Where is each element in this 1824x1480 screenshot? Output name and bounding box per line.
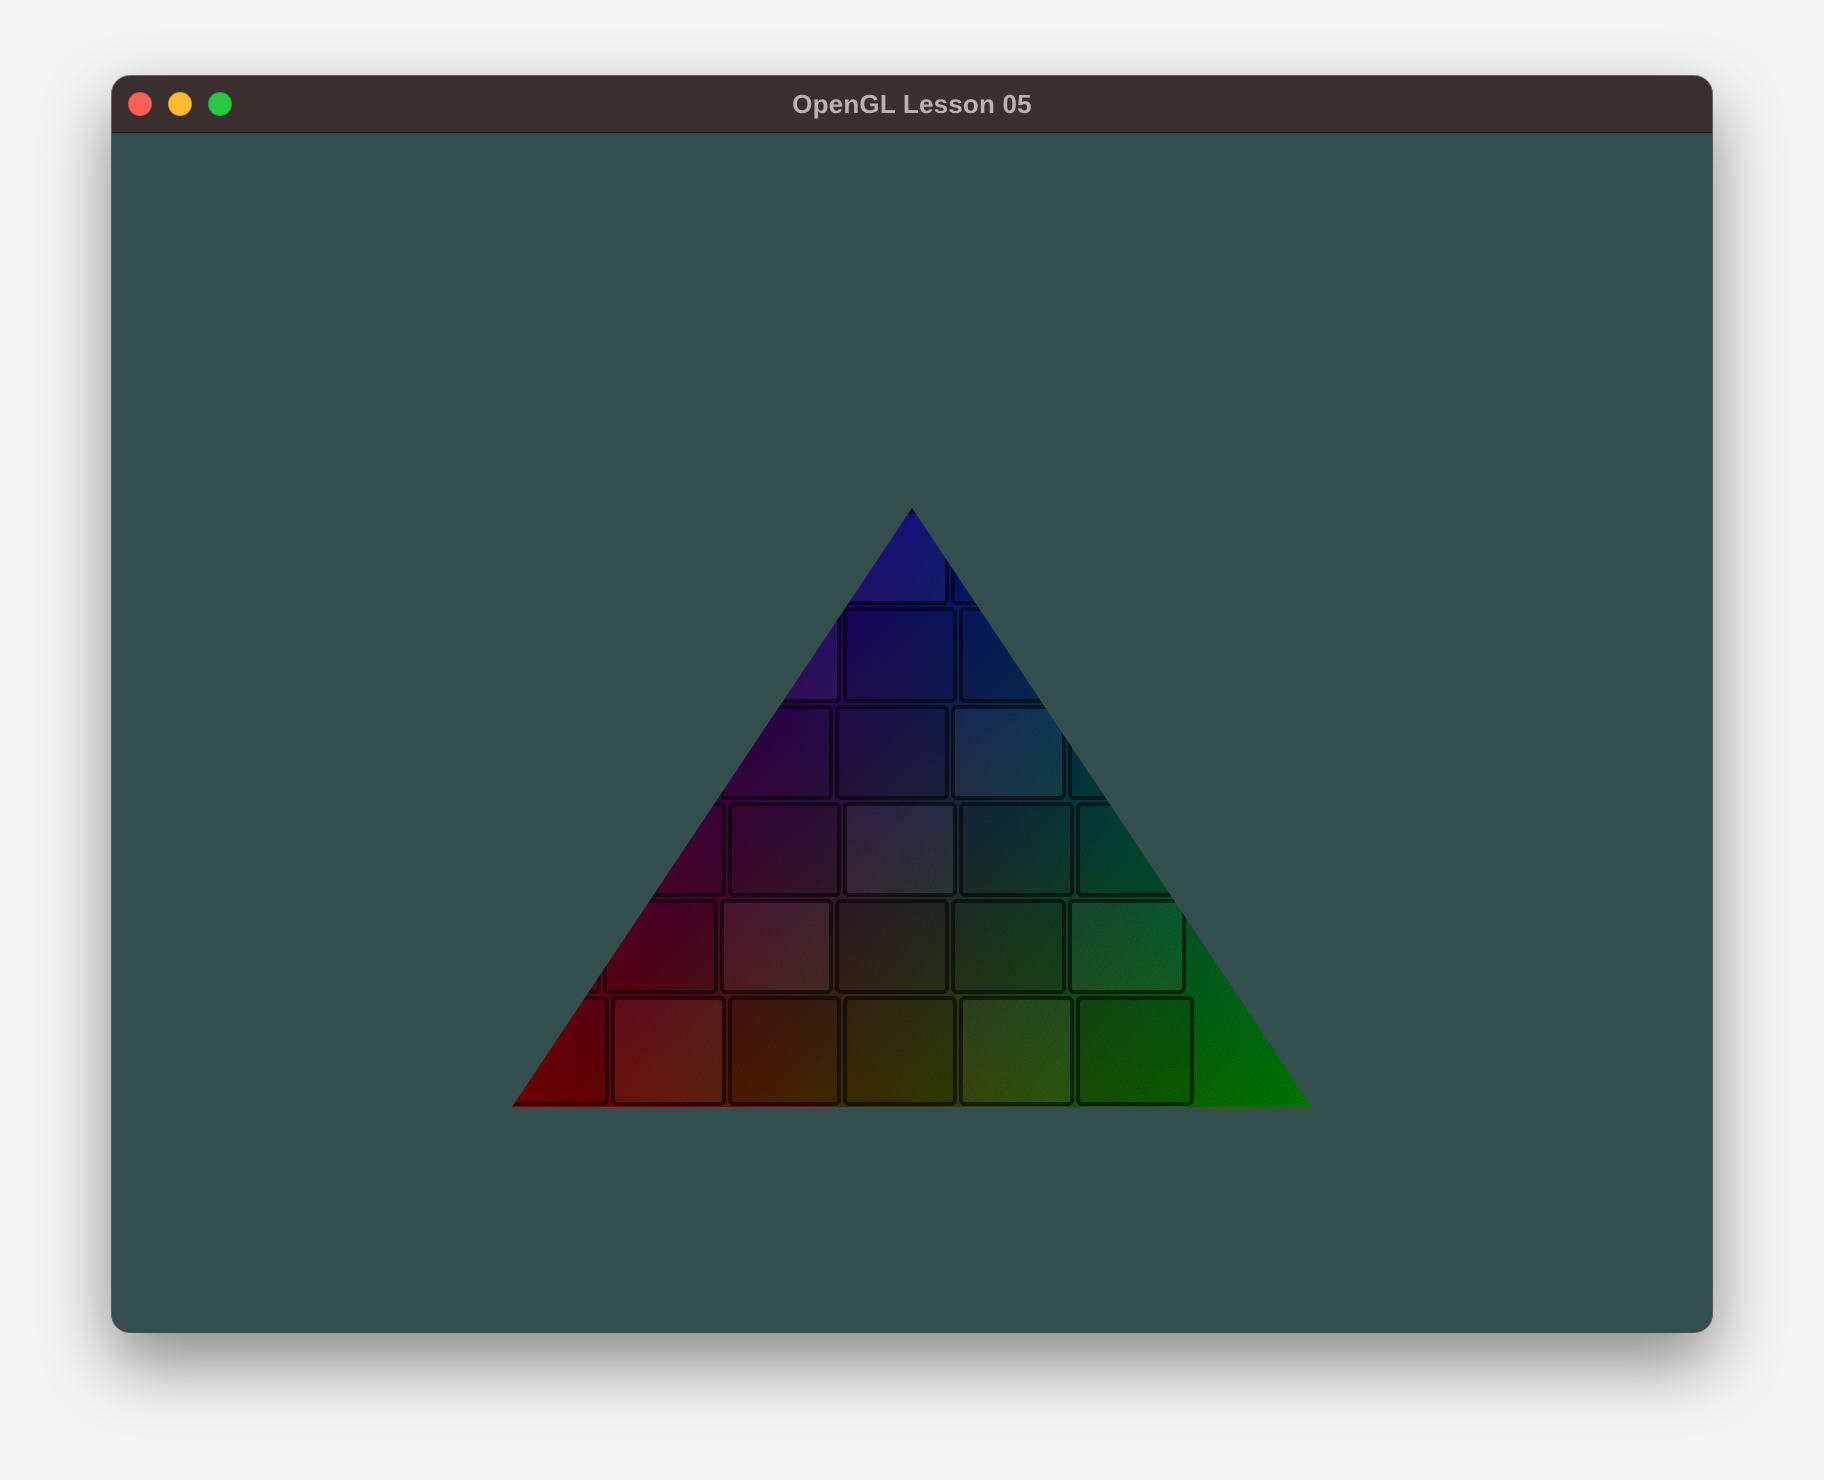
texture-tile (720, 510, 833, 605)
window-title: OpenGL Lesson 05 (792, 89, 1032, 119)
texture-tile (1068, 510, 1186, 605)
gl-canvas (512, 508, 1312, 1107)
texture-tile (603, 510, 718, 605)
texture-tile (512, 607, 609, 703)
title-bar[interactable]: OpenGL Lesson 05 (112, 76, 1712, 133)
texture-tile (951, 510, 1066, 605)
texture-tile (512, 899, 601, 994)
textured-triangle (512, 508, 1312, 1107)
texture-tile (512, 705, 601, 800)
app-window: OpenGL Lesson 05 (112, 76, 1712, 1332)
texture-tile (611, 607, 726, 703)
texture-tile (603, 705, 718, 800)
texture-tile (512, 510, 601, 605)
texture-tile (1076, 607, 1194, 703)
gl-viewport[interactable] (112, 133, 1712, 1332)
texture-tile (512, 802, 609, 897)
